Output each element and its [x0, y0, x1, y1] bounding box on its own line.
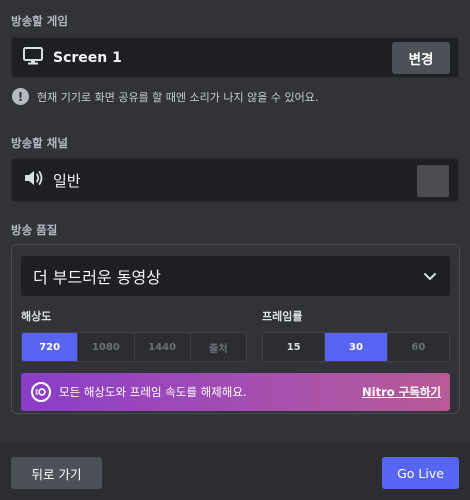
go-live-button[interactable]: Go Live — [382, 457, 459, 489]
chevron-down-icon — [422, 268, 438, 288]
resolution-selector: 720 1080 1440 출처 — [21, 332, 247, 362]
section-label-quality: 방송 품질 — [11, 223, 58, 237]
game-select-box: Screen 1 변경 — [11, 37, 459, 78]
nitro-banner-text: 모든 해상도와 프레임 속도를 해제해요. — [59, 385, 247, 399]
quality-preset-value: 더 부드러운 동영상 — [33, 268, 161, 287]
resolution-option-720[interactable]: 720 — [22, 333, 79, 361]
quality-panel: 더 부드러운 동영상 해상도 720 1080 1440 출처 프레임률 15 … — [11, 244, 460, 414]
resolution-option-1440[interactable]: 1440 — [135, 333, 191, 361]
audio-warning: ! 현재 기기로 화면 공유를 할 때엔 소리가 나지 않을 수 있어요. — [12, 88, 318, 105]
channel-name: 일반 — [53, 171, 81, 190]
speaker-icon — [23, 169, 45, 191]
channel-box[interactable]: 일반 — [11, 158, 459, 202]
framerate-option-15[interactable]: 15 — [263, 333, 326, 361]
quality-preset-select[interactable]: 더 부드러운 동영상 — [21, 256, 450, 296]
section-label-game: 방송할 게임 — [11, 14, 68, 28]
framerate-option-60[interactable]: 60 — [388, 333, 449, 361]
framerate-selector: 15 30 60 — [262, 332, 450, 362]
resolution-option-1080[interactable]: 1080 — [78, 333, 135, 361]
monitor-icon — [23, 46, 43, 69]
framerate-label: 프레임률 — [262, 310, 303, 323]
framerate-option-30[interactable]: 30 — [325, 333, 388, 361]
resolution-option-source[interactable]: 출처 — [191, 333, 246, 361]
change-game-button[interactable]: 변경 — [392, 42, 450, 74]
back-button[interactable]: 뒤로 가기 — [11, 457, 102, 489]
modal-footer: 뒤로 가기 Go Live — [0, 442, 470, 500]
nitro-upsell-banner: 모든 해상도와 프레임 속도를 해제해요. Nitro 구독하기 — [21, 373, 450, 411]
nitro-icon — [31, 382, 51, 402]
game-name: Screen 1 — [53, 49, 122, 66]
exclamation-icon: ! — [12, 88, 29, 105]
nitro-subscribe-link[interactable]: Nitro 구독하기 — [362, 384, 441, 400]
resolution-label: 해상도 — [21, 310, 52, 323]
warning-text: 현재 기기로 화면 공유를 할 때엔 소리가 나지 않을 수 있어요. — [37, 90, 319, 104]
channel-thumbnail — [417, 165, 449, 197]
section-label-channel: 방송할 채널 — [11, 136, 68, 150]
